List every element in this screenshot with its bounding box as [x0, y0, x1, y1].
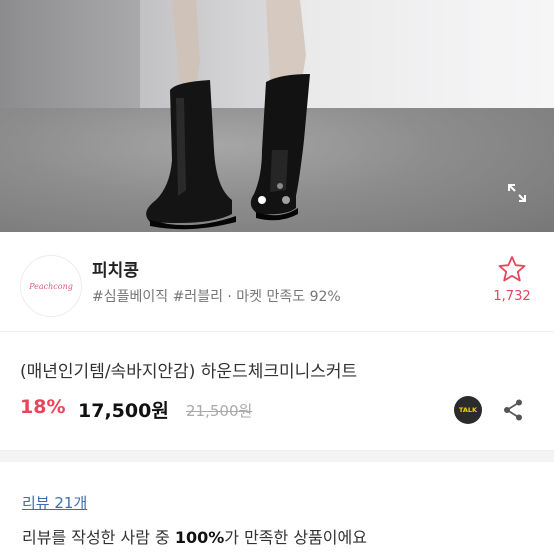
carousel-indicator	[258, 196, 290, 204]
share-icon[interactable]	[502, 398, 524, 422]
review-summary-suffix: 가 만족한 상품이에요	[224, 528, 367, 547]
favorite-count: 1,732	[493, 289, 531, 304]
product-info: (매년인기템/속바지안감) 하운드체크미니스커트 18% 17,500원 21,…	[0, 332, 554, 442]
original-price: 21,500원	[186, 402, 253, 420]
seller-logo-text: Peachcong	[29, 281, 73, 291]
seller-name[interactable]: 피치콩	[92, 256, 139, 281]
seller-info: Peachcong 피치콩 #심플베이직 #러블리 · 마켓 만족도 92% 1…	[0, 232, 554, 332]
discount-rate: 18%	[20, 396, 66, 418]
carousel-dot[interactable]	[282, 196, 290, 204]
product-image-carousel[interactable]	[0, 0, 554, 232]
sale-price: 17,500원	[78, 400, 169, 422]
review-summary: 리뷰를 작성한 사람 중 100%가 만족한 상품이에요	[22, 524, 367, 548]
talk-label: TALK	[458, 406, 478, 414]
seller-tags: #심플베이직 #러블리 · 마켓 만족도 92%	[92, 289, 341, 305]
star-outline-icon[interactable]	[494, 254, 530, 284]
product-title: (매년인기템/속바지안감) 하운드체크미니스커트	[20, 362, 358, 382]
review-count-link[interactable]: 리뷰 21개	[22, 492, 87, 513]
expand-icon[interactable]	[505, 181, 529, 205]
section-divider	[0, 450, 554, 462]
satisfaction-percent: 100%	[174, 528, 225, 547]
seller-logo[interactable]: Peachcong	[20, 255, 82, 317]
review-summary-prefix: 리뷰를 작성한 사람 중	[22, 528, 175, 547]
carousel-dot[interactable]	[258, 196, 266, 204]
kakao-talk-button[interactable]: TALK	[454, 396, 482, 424]
review-section: 리뷰 21개 리뷰를 작성한 사람 중 100%가 만족한 상품이에요	[0, 462, 554, 554]
